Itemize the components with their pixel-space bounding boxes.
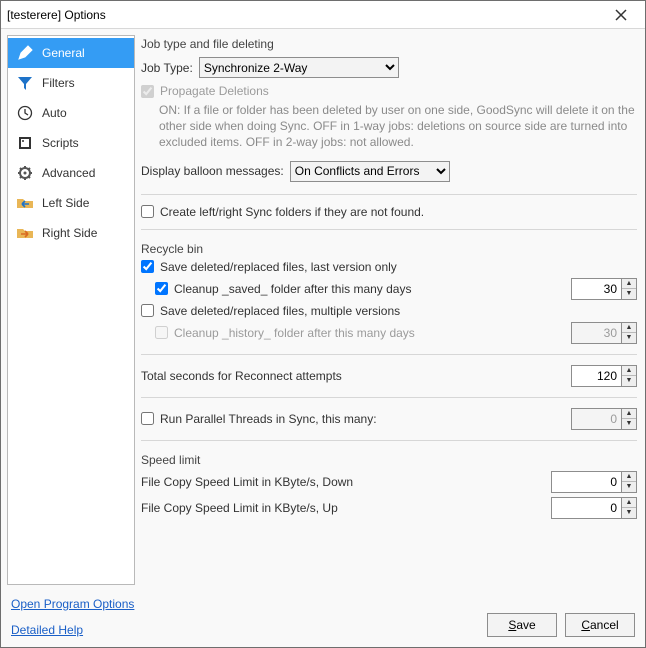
cleanup-history-value (571, 322, 621, 344)
reconnect-label: Total seconds for Reconnect attempts (141, 369, 571, 383)
spin-up-icon[interactable]: ▲ (622, 472, 636, 482)
spin-up-icon: ▲ (622, 409, 636, 419)
sidebar-item-scripts[interactable]: Scripts (8, 128, 134, 158)
parallel-threads-spinner: ▲▼ (571, 408, 637, 430)
spin-up-icon[interactable]: ▲ (622, 279, 636, 289)
sidebar: General Filters Auto Scripts (7, 35, 135, 585)
section-job-type-title: Job type and file deleting (141, 37, 637, 51)
parallel-threads-checkbox[interactable]: Run Parallel Threads in Sync, this many: (141, 412, 571, 426)
spin-down-icon[interactable]: ▼ (622, 508, 636, 518)
sidebar-item-label: Scripts (42, 136, 79, 150)
general-panel: Job type and file deleting Job Type: Syn… (141, 35, 639, 585)
gear-icon (16, 164, 34, 182)
sidebar-item-right-side[interactable]: Right Side (8, 218, 134, 248)
speed-up-value[interactable] (551, 497, 621, 519)
save-last-version-checkbox[interactable]: Save deleted/replaced files, last versio… (141, 260, 637, 274)
save-button[interactable]: Save (487, 613, 557, 637)
cleanup-saved-input[interactable] (155, 282, 168, 295)
spin-up-icon: ▲ (622, 323, 636, 333)
separator (141, 354, 637, 355)
spin-down-icon: ▼ (622, 419, 636, 429)
sidebar-item-label: Auto (42, 106, 67, 120)
sidebar-item-label: Left Side (42, 196, 89, 210)
folder-left-icon (16, 194, 34, 212)
cleanup-history-input (155, 326, 168, 339)
sidebar-item-label: General (42, 46, 85, 60)
recycle-bin-title: Recycle bin (141, 242, 637, 256)
speed-limit-title: Speed limit (141, 453, 637, 467)
sidebar-item-left-side[interactable]: Left Side (8, 188, 134, 218)
save-last-version-input[interactable] (141, 260, 154, 273)
separator (141, 440, 637, 441)
reconnect-value[interactable] (571, 365, 621, 387)
detailed-help-link[interactable]: Detailed Help (11, 623, 134, 637)
speed-down-spinner[interactable]: ▲▼ (551, 471, 637, 493)
cancel-button[interactable]: Cancel (565, 613, 635, 637)
sidebar-item-label: Advanced (42, 166, 95, 180)
cancel-button-rest: ancel (590, 618, 619, 632)
separator (141, 194, 637, 195)
window-title: [testerere] Options (7, 8, 615, 22)
open-program-options-link[interactable]: Open Program Options (11, 597, 134, 611)
parallel-threads-input[interactable] (141, 412, 154, 425)
close-icon[interactable] (615, 9, 639, 21)
folder-right-icon (16, 224, 34, 242)
funnel-icon (16, 74, 34, 92)
propagate-deletions-checkbox: Propagate Deletions (141, 84, 637, 98)
separator (141, 397, 637, 398)
spin-up-icon[interactable]: ▲ (622, 366, 636, 376)
cleanup-saved-value[interactable] (571, 278, 621, 300)
speed-up-spinner[interactable]: ▲▼ (551, 497, 637, 519)
create-folders-input[interactable] (141, 205, 154, 218)
dialog-footer: Open Program Options Detailed Help Save … (1, 591, 645, 647)
cleanup-history-checkbox: Cleanup _history_ folder after this many… (155, 326, 571, 340)
dialog-body: General Filters Auto Scripts (1, 29, 645, 591)
sidebar-item-general[interactable]: General (8, 38, 134, 68)
spin-up-icon[interactable]: ▲ (622, 498, 636, 508)
sidebar-item-label: Right Side (42, 226, 97, 240)
save-multi-version-checkbox[interactable]: Save deleted/replaced files, multiple ve… (141, 304, 637, 318)
note-icon (16, 134, 34, 152)
speed-down-label: File Copy Speed Limit in KByte/s, Down (141, 475, 551, 489)
spin-down-icon: ▼ (622, 333, 636, 343)
reconnect-spinner[interactable]: ▲▼ (571, 365, 637, 387)
spin-down-icon[interactable]: ▼ (622, 482, 636, 492)
cleanup-saved-spinner[interactable]: ▲▼ (571, 278, 637, 300)
sidebar-item-auto[interactable]: Auto (8, 98, 134, 128)
save-multi-version-input[interactable] (141, 304, 154, 317)
spin-down-icon[interactable]: ▼ (622, 376, 636, 386)
titlebar: [testerere] Options (1, 1, 645, 29)
spin-down-icon[interactable]: ▼ (622, 289, 636, 299)
job-type-select[interactable]: Synchronize 2-Way (199, 57, 399, 78)
parallel-threads-value (571, 408, 621, 430)
speed-up-label: File Copy Speed Limit in KByte/s, Up (141, 501, 551, 515)
pencil-icon (16, 44, 34, 62)
save-button-rest: ave (516, 618, 535, 632)
cleanup-history-spinner: ▲▼ (571, 322, 637, 344)
separator (141, 229, 637, 230)
speed-down-value[interactable] (551, 471, 621, 493)
sidebar-item-advanced[interactable]: Advanced (8, 158, 134, 188)
balloon-select[interactable]: On Conflicts and Errors (290, 161, 450, 182)
balloon-label: Display balloon messages: (141, 164, 284, 178)
sidebar-item-filters[interactable]: Filters (8, 68, 134, 98)
create-folders-checkbox[interactable]: Create left/right Sync folders if they a… (141, 205, 637, 219)
job-type-label: Job Type: (141, 61, 193, 75)
propagate-deletions-input (141, 85, 154, 98)
cleanup-saved-checkbox[interactable]: Cleanup _saved_ folder after this many d… (155, 282, 571, 296)
options-dialog: [testerere] Options General Filters (0, 0, 646, 648)
clock-icon (16, 104, 34, 122)
propagate-deletions-desc: ON: If a file or folder has been deleted… (159, 102, 637, 151)
sidebar-item-label: Filters (42, 76, 75, 90)
